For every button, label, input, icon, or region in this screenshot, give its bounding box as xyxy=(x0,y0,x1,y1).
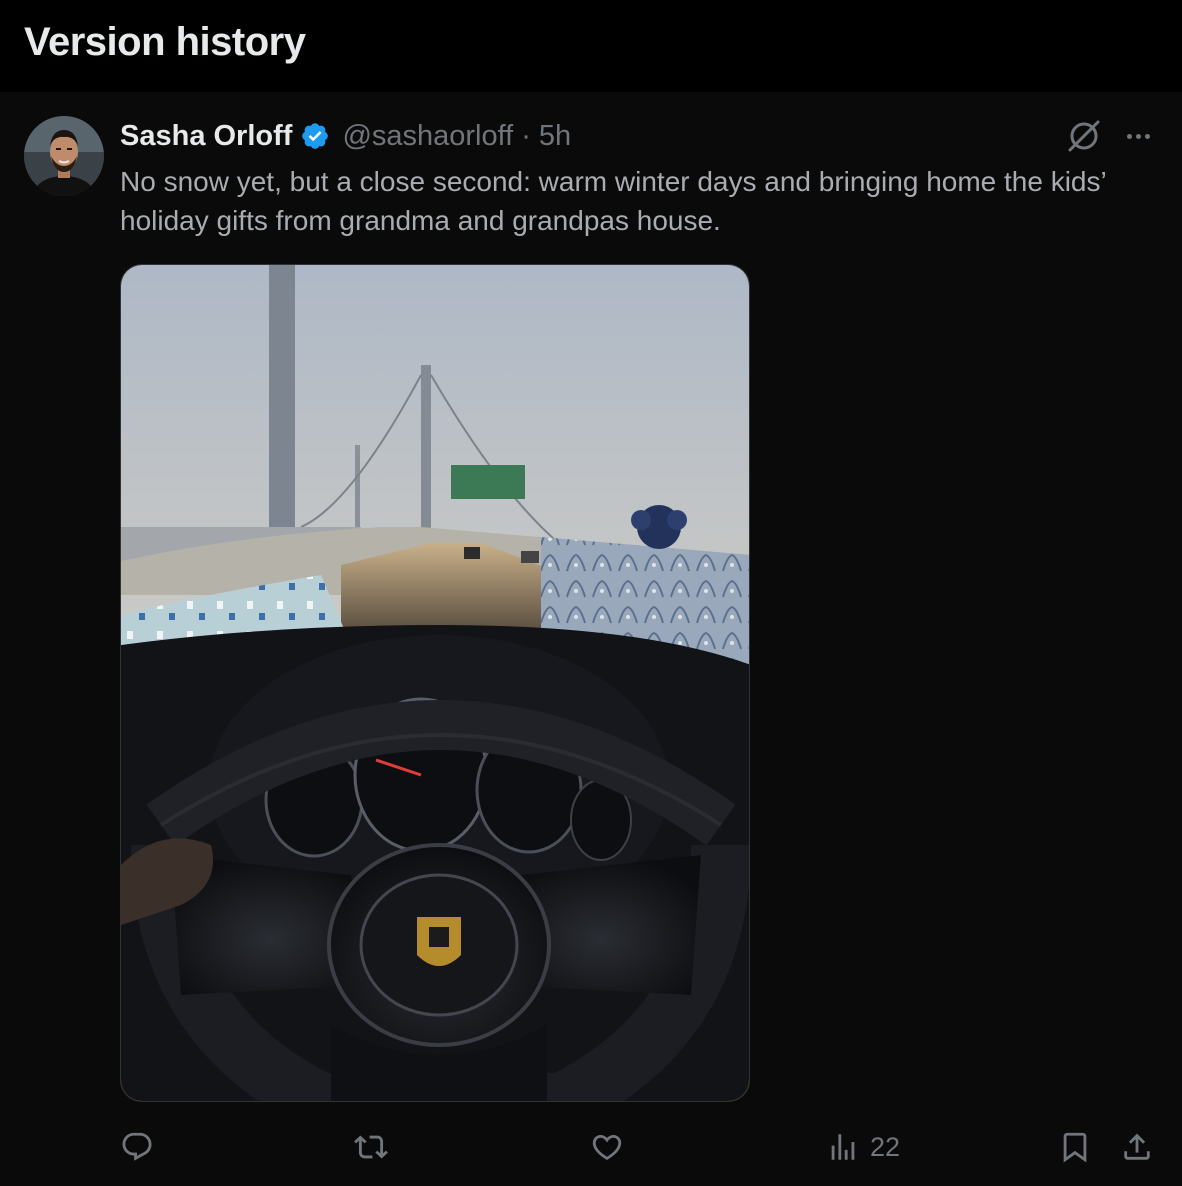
reply-icon xyxy=(122,1132,152,1161)
author-name[interactable]: Sasha Orloff xyxy=(120,120,292,153)
post-time[interactable]: 5h xyxy=(539,120,571,153)
top-bar: Version history xyxy=(0,0,1182,92)
views-icon xyxy=(831,1134,855,1160)
reply-button[interactable] xyxy=(120,1122,154,1172)
views-button[interactable]: 22 xyxy=(826,1122,900,1172)
post-text: No snow yet, but a close second: warm wi… xyxy=(120,166,1106,236)
separator-dot: · xyxy=(521,119,531,152)
share-button[interactable] xyxy=(1120,1122,1154,1172)
post[interactable]: Sasha Orloff @sashaorloff · 5h No snow y… xyxy=(0,92,1182,1186)
bookmark-button[interactable] xyxy=(1058,1122,1092,1172)
share-icon xyxy=(1124,1133,1150,1160)
like-button[interactable] xyxy=(590,1122,624,1172)
repost-icon xyxy=(354,1135,388,1159)
more-icon[interactable] xyxy=(1118,118,1158,154)
bookmark-icon xyxy=(1063,1132,1087,1163)
post-media-image[interactable] xyxy=(120,264,750,1102)
avatar[interactable] xyxy=(24,116,104,196)
repost-button[interactable] xyxy=(354,1122,388,1172)
verified-badge-icon xyxy=(300,121,330,151)
edit-history-icon[interactable] xyxy=(1064,116,1104,156)
like-icon xyxy=(592,1134,622,1160)
page-title: Version history xyxy=(24,20,306,64)
views-count: 22 xyxy=(870,1131,901,1162)
post-actions: 22 xyxy=(0,1122,1182,1172)
author-handle[interactable]: @sashaorloff xyxy=(342,120,513,153)
post-header: Sasha Orloff @sashaorloff · 5h xyxy=(120,118,571,154)
